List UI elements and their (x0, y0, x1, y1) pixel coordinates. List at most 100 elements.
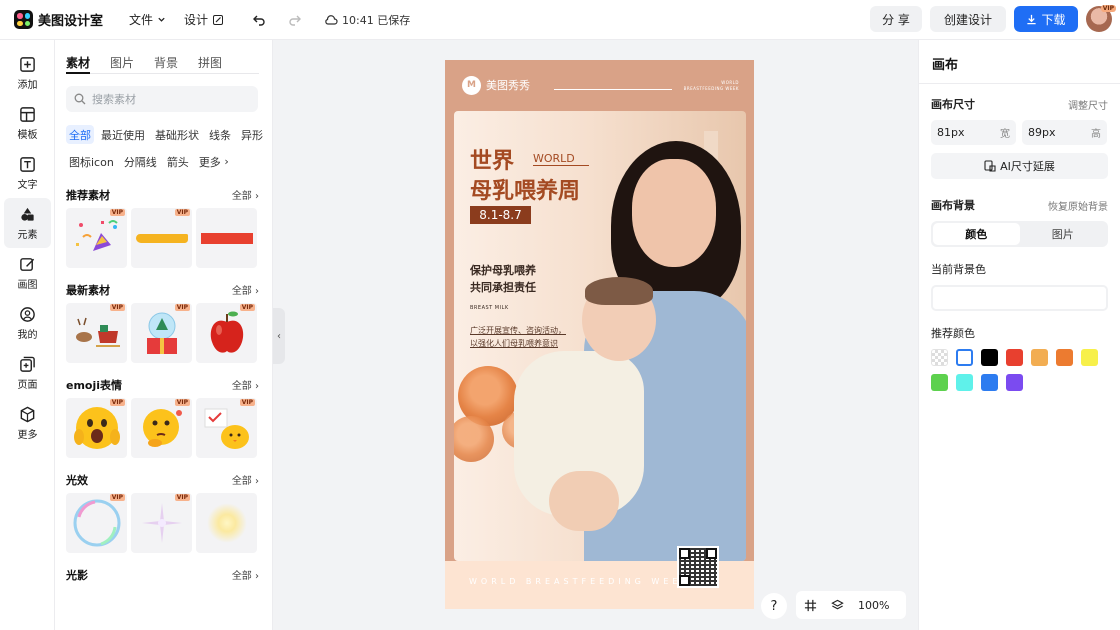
poster-world-label[interactable]: WORLD (533, 152, 589, 166)
width-field[interactable]: 81px 宽 (931, 120, 1016, 145)
element-thumb-glow[interactable] (196, 493, 257, 553)
file-menu[interactable]: 文件 (129, 11, 166, 28)
design-menu-label: 设计 (184, 13, 209, 27)
element-thumb-sparkle[interactable]: VIP (131, 493, 192, 553)
baby-leg (549, 471, 619, 531)
view-all-link[interactable]: 全部 › (232, 377, 259, 392)
mother-face (632, 159, 716, 267)
panel-divider (919, 83, 1120, 84)
adjust-size-link[interactable]: 调整尺寸 (1068, 97, 1108, 112)
view-all-link[interactable]: 全部 › (232, 282, 259, 297)
grid-icon[interactable] (804, 599, 817, 612)
qr-code[interactable] (677, 546, 719, 588)
poster-brand[interactable]: M 美图秀秀 (462, 75, 530, 95)
color-swatch[interactable] (1006, 349, 1023, 366)
chip-more[interactable]: 更多 › (196, 152, 232, 171)
rail-item-add[interactable]: 添加 (0, 48, 55, 98)
color-swatch[interactable] (1006, 374, 1023, 391)
color-swatch[interactable] (956, 374, 973, 391)
chip-icons[interactable]: 图标icon (66, 152, 117, 171)
poster-date-badge[interactable]: 8.1-8.7 (470, 206, 531, 224)
poster-breast-milk-label[interactable]: BREAST MILK (470, 305, 509, 311)
color-swatch[interactable] (981, 349, 998, 366)
poster-desc-line2[interactable]: 以强化人们母乳喂养意识 (470, 338, 558, 349)
chip-basic-shapes[interactable]: 基础形状 (152, 125, 202, 144)
rail-item-text[interactable]: 文字 (0, 148, 55, 198)
rail-item-more[interactable]: 更多 (0, 398, 55, 448)
rail-item-mine[interactable]: 我的 (0, 298, 55, 348)
share-button[interactable]: 分 享 (870, 6, 922, 32)
zoom-level[interactable]: 100% (858, 599, 889, 612)
tab-backgrounds[interactable]: 背景 (154, 54, 178, 73)
element-thumb-apple[interactable]: VIP (196, 303, 257, 363)
pencil-icon (20, 257, 35, 271)
poster-canvas[interactable]: M 美图秀秀 WORLD BREASTFEEDING WEEK 世界 WORLD… (445, 60, 754, 609)
layers-icon[interactable] (831, 599, 844, 612)
view-all-link[interactable]: 全部 › (232, 567, 259, 582)
rail-item-template[interactable]: 模板 (0, 98, 55, 148)
element-thumb-thinking-emoji[interactable]: VIP (131, 398, 192, 458)
element-thumb-red-bar[interactable] (196, 208, 257, 268)
poster-corner-text[interactable]: WORLD BREASTFEEDING WEEK (682, 80, 739, 92)
save-status-text: 10:41 已保存 (342, 13, 411, 27)
current-bg-color-field[interactable] (931, 285, 1108, 311)
poster-title-line2[interactable]: 母乳喂养周 (470, 173, 580, 205)
tab-materials[interactable]: 素材 (66, 54, 91, 74)
design-menu[interactable]: 设计 (184, 11, 224, 28)
create-design-button[interactable]: 创建设计 (930, 6, 1006, 32)
rail-item-draw[interactable]: 画图 (0, 248, 55, 298)
undo-icon[interactable] (252, 13, 266, 27)
rail-label: 页面 (17, 379, 38, 391)
color-swatch[interactable] (956, 349, 973, 366)
chip-arrows[interactable]: 箭头 (164, 152, 192, 171)
element-thumb-snow-globe[interactable]: VIP (131, 303, 192, 363)
element-thumb-chick-emoji[interactable]: VIP (196, 398, 257, 458)
element-thumb-bubble[interactable]: VIP (66, 493, 127, 553)
file-menu-label: 文件 (129, 13, 154, 27)
poster-title-line1[interactable]: 世界 (470, 143, 514, 175)
view-all-link[interactable]: 全部 › (232, 187, 259, 202)
section-emoji: emoji表情 全部 › VIP VIP VIP (66, 377, 259, 458)
element-thumb-party-popper[interactable]: VIP (66, 208, 127, 268)
color-swatch[interactable] (931, 349, 948, 366)
chip-all[interactable]: 全部 (66, 125, 94, 144)
download-button[interactable]: 下载 (1014, 6, 1078, 32)
rail-item-page[interactable]: 页面 (0, 348, 55, 398)
chip-recent[interactable]: 最近使用 (98, 125, 148, 144)
color-swatch[interactable] (1056, 349, 1073, 366)
poster-desc-line1[interactable]: 广泛开展宣传、咨询活动， (470, 325, 566, 336)
rail-item-elements[interactable]: 元素 (4, 198, 51, 248)
redo-icon[interactable] (288, 13, 302, 27)
ai-resize-button[interactable]: AI尺寸延展 (931, 153, 1108, 179)
chip-irregular[interactable]: 异形 (238, 125, 266, 144)
color-swatch[interactable] (981, 374, 998, 391)
section-title: emoji表情 (66, 378, 123, 392)
height-field[interactable]: 89px 高 (1022, 120, 1107, 145)
color-swatch[interactable] (931, 374, 948, 391)
poster-slogan-line1[interactable]: 保护母乳喂养 (470, 262, 536, 278)
color-swatch[interactable] (1031, 349, 1048, 366)
vip-badge: VIP (174, 494, 190, 501)
color-swatch[interactable] (1081, 349, 1098, 366)
app-logo[interactable]: 美图设计室 (14, 10, 103, 29)
tab-collage[interactable]: 拼图 (198, 54, 222, 73)
view-all-link[interactable]: 全部 › (232, 472, 259, 487)
search-input[interactable]: 搜索素材 (66, 86, 258, 112)
element-thumb-sleigh[interactable]: VIP (66, 303, 127, 363)
poster-photo[interactable]: 世界 WORLD 母乳喂养周 8.1-8.7 保护母乳喂养 共同承担责任 BRE… (454, 111, 746, 561)
chip-dividers[interactable]: 分隔线 (121, 152, 160, 171)
help-button[interactable]: ? (761, 593, 787, 619)
bg-type-image[interactable]: 图片 (1020, 223, 1107, 245)
rail-label: 文字 (17, 179, 38, 191)
qr-finder (679, 575, 690, 586)
tab-images[interactable]: 图片 (110, 54, 134, 73)
chip-lines[interactable]: 线条 (206, 125, 234, 144)
element-thumb-shocked-emoji[interactable]: VIP (66, 398, 127, 458)
flower-decor (454, 416, 494, 462)
avatar-vip-badge: VIP (1100, 5, 1116, 12)
poster-slogan-line2[interactable]: 共同承担责任 (470, 279, 536, 295)
restore-bg-link[interactable]: 恢复原始背景 (1048, 198, 1108, 213)
avatar[interactable]: VIP (1086, 5, 1116, 32)
element-thumb-brush-stroke[interactable]: VIP (131, 208, 192, 268)
bg-type-color[interactable]: 颜色 (933, 223, 1020, 245)
